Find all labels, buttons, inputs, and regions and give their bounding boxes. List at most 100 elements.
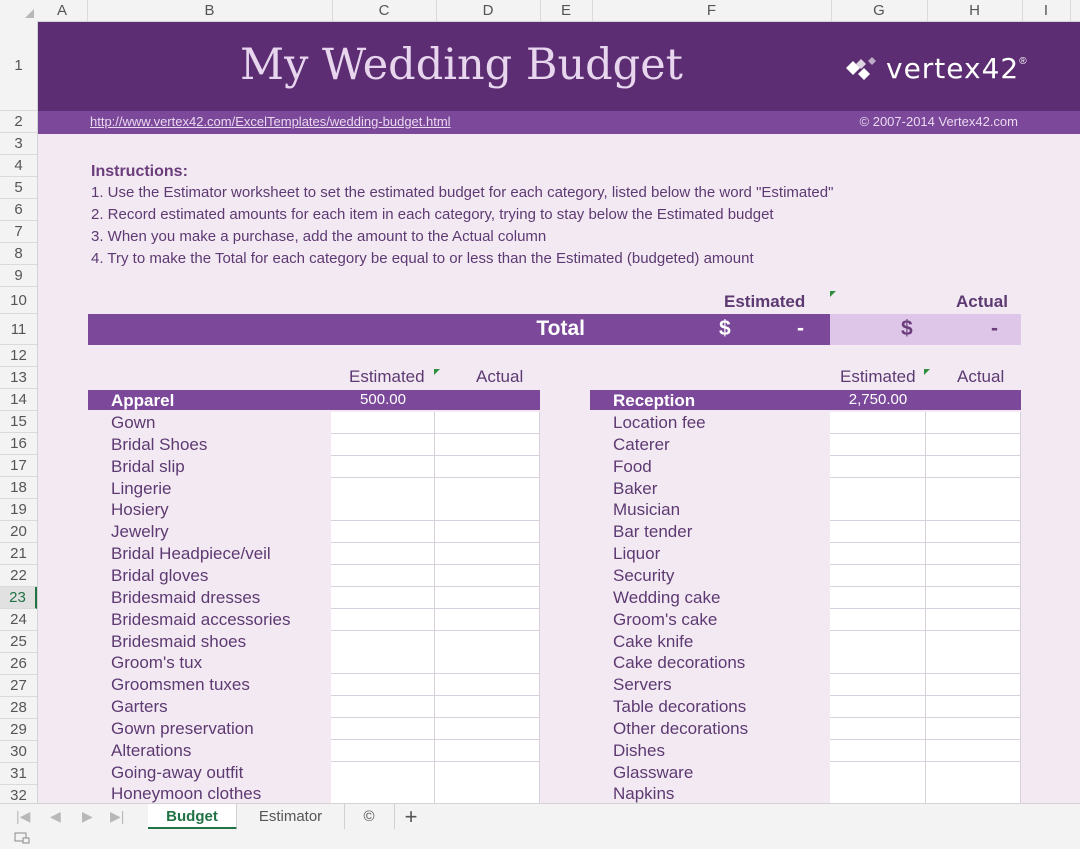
row-header-11[interactable]: 11	[0, 314, 37, 345]
reception-actual-cell[interactable]	[926, 433, 1021, 456]
apparel-actual-cell[interactable]	[435, 717, 540, 740]
row-header-3[interactable]: 3	[0, 133, 37, 155]
tab-budget[interactable]: Budget	[148, 804, 237, 830]
reception-estimated-cell[interactable]	[830, 696, 926, 719]
reception-estimated-cell[interactable]	[830, 586, 926, 609]
reception-estimated-cell[interactable]	[830, 630, 926, 653]
apparel-estimated-cell[interactable]	[331, 674, 435, 697]
reception-estimated-cell[interactable]	[830, 739, 926, 762]
reception-actual-cell[interactable]	[926, 521, 1021, 544]
row-header-30[interactable]: 30	[0, 741, 37, 763]
row-header-5[interactable]: 5	[0, 177, 37, 199]
column-header-e[interactable]: E	[540, 0, 593, 21]
apparel-actual-cell[interactable]	[435, 564, 540, 587]
column-header-d[interactable]: D	[436, 0, 541, 21]
row-header-22[interactable]: 22	[0, 565, 37, 587]
apparel-estimated-cell[interactable]	[331, 586, 435, 609]
reception-actual-cell[interactable]	[926, 652, 1021, 675]
reception-actual-cell[interactable]	[926, 499, 1021, 522]
reception-estimated-cell[interactable]	[830, 761, 926, 784]
reception-estimated-cell[interactable]	[830, 543, 926, 566]
apparel-estimated-cell[interactable]	[331, 630, 435, 653]
total-actual-cell[interactable]: $ -	[830, 314, 1021, 345]
row-header-1[interactable]: 1	[0, 21, 37, 111]
reception-actual-cell[interactable]	[926, 761, 1021, 784]
apparel-estimated-cell[interactable]	[331, 499, 435, 522]
row-header-18[interactable]: 18	[0, 477, 37, 499]
column-header-b[interactable]: B	[87, 0, 333, 21]
reception-estimated-cell[interactable]	[830, 608, 926, 631]
column-header-a[interactable]: A	[37, 0, 88, 21]
select-all-corner[interactable]	[0, 0, 37, 21]
apparel-actual-cell[interactable]	[435, 455, 540, 478]
apparel-category-row[interactable]: Apparel 500.00	[88, 390, 540, 410]
apparel-estimated-cell[interactable]	[331, 608, 435, 631]
row-header-13[interactable]: 13	[0, 367, 37, 389]
reception-actual-cell[interactable]	[926, 608, 1021, 631]
row-header-14[interactable]: 14	[0, 389, 37, 411]
apparel-actual-cell[interactable]	[435, 674, 540, 697]
row-header-2[interactable]: 2	[0, 111, 37, 133]
reception-estimated-cell[interactable]	[830, 412, 926, 434]
row-header-9[interactable]: 9	[0, 265, 37, 287]
row-header-12[interactable]: 12	[0, 345, 37, 367]
apparel-actual-cell[interactable]	[435, 521, 540, 544]
first-sheet-icon[interactable]: |◀	[16, 808, 30, 825]
row-header-16[interactable]: 16	[0, 433, 37, 455]
reception-actual-cell[interactable]	[926, 630, 1021, 653]
reception-category-row[interactable]: Reception 2,750.00	[590, 390, 1021, 410]
apparel-estimated-cell[interactable]	[331, 412, 435, 434]
row-header-4[interactable]: 4	[0, 155, 37, 177]
reception-actual-cell[interactable]	[926, 586, 1021, 609]
tab-copyright[interactable]: ©	[344, 804, 395, 830]
apparel-estimated-cell[interactable]	[331, 477, 435, 500]
apparel-actual-cell[interactable]	[435, 761, 540, 784]
row-header-6[interactable]: 6	[0, 199, 37, 221]
row-header-31[interactable]: 31	[0, 763, 37, 785]
reception-actual-cell[interactable]	[926, 696, 1021, 719]
apparel-estimated-cell[interactable]	[331, 696, 435, 719]
column-header-h[interactable]: H	[927, 0, 1023, 21]
reception-estimated-cell[interactable]	[830, 783, 926, 803]
apparel-estimated-cell[interactable]	[331, 761, 435, 784]
row-header-7[interactable]: 7	[0, 221, 37, 243]
row-header-15[interactable]: 15	[0, 411, 37, 433]
row-header-29[interactable]: 29	[0, 719, 37, 741]
apparel-estimated-cell[interactable]	[331, 543, 435, 566]
reception-estimated-cell[interactable]	[830, 499, 926, 522]
apparel-estimated-cell[interactable]	[331, 717, 435, 740]
apparel-estimated-cell[interactable]	[331, 521, 435, 544]
reception-actual-cell[interactable]	[926, 783, 1021, 803]
apparel-estimated-cell[interactable]	[331, 455, 435, 478]
macro-record-icon[interactable]	[14, 832, 30, 844]
apparel-actual-cell[interactable]	[435, 739, 540, 762]
reception-actual-cell[interactable]	[926, 412, 1021, 434]
row-header-27[interactable]: 27	[0, 675, 37, 697]
apparel-actual-cell[interactable]	[435, 412, 540, 434]
row-header-24[interactable]: 24	[0, 609, 37, 631]
apparel-estimated-cell[interactable]	[331, 739, 435, 762]
reception-actual-cell[interactable]	[926, 564, 1021, 587]
apparel-actual-cell[interactable]	[435, 783, 540, 803]
reception-actual-cell[interactable]	[926, 674, 1021, 697]
row-header-10[interactable]: 10	[0, 287, 37, 314]
reception-estimated-cell[interactable]	[830, 455, 926, 478]
reception-actual-cell[interactable]	[926, 717, 1021, 740]
reception-estimated-cell[interactable]	[830, 433, 926, 456]
apparel-actual-cell[interactable]	[435, 586, 540, 609]
apparel-actual-cell[interactable]	[435, 543, 540, 566]
apparel-actual-cell[interactable]	[435, 433, 540, 456]
apparel-actual-cell[interactable]	[435, 652, 540, 675]
column-header-f[interactable]: F	[592, 0, 832, 21]
last-sheet-icon[interactable]: ▶|	[110, 808, 124, 825]
reception-actual-cell[interactable]	[926, 477, 1021, 500]
apparel-actual-cell[interactable]	[435, 630, 540, 653]
reception-estimated-cell[interactable]	[830, 652, 926, 675]
apparel-estimated-cell[interactable]	[331, 652, 435, 675]
column-header-c[interactable]: C	[332, 0, 437, 21]
reception-estimated-cell[interactable]	[830, 564, 926, 587]
row-header-26[interactable]: 26	[0, 653, 37, 675]
tab-estimator[interactable]: Estimator	[237, 804, 345, 830]
prev-sheet-icon[interactable]: ◀	[50, 808, 61, 825]
reception-estimated-cell[interactable]	[830, 717, 926, 740]
